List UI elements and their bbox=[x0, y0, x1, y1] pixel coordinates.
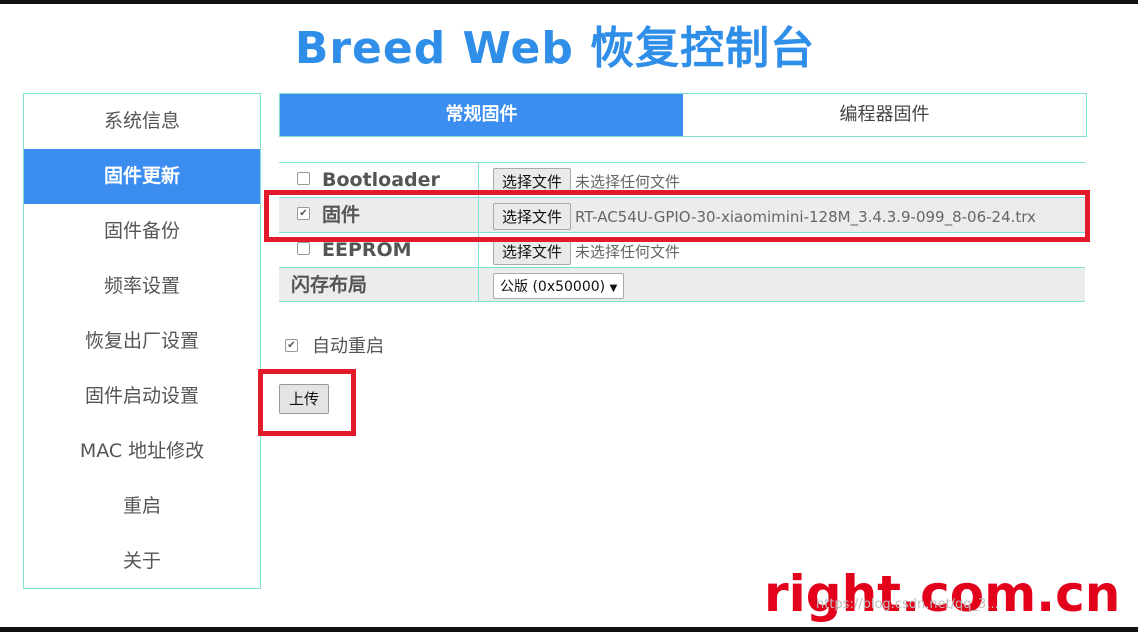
sidebar-item-boot-settings[interactable]: 固件启动设置 bbox=[24, 369, 260, 424]
top-border bbox=[0, 0, 1138, 4]
sidebar-item-factory-reset[interactable]: 恢复出厂设置 bbox=[24, 314, 260, 369]
flash-layout-select[interactable]: 公版 (0x50000) ▼ bbox=[493, 273, 625, 299]
tab-programmer-firmware[interactable]: 编程器固件 bbox=[683, 94, 1086, 136]
auto-reboot-checkbox[interactable]: ✔ bbox=[285, 338, 298, 352]
annotation-box-firmware bbox=[264, 190, 1090, 242]
bootloader-file-status: 未选择任何文件 bbox=[575, 173, 681, 191]
eeprom-label: EEPROM bbox=[322, 239, 412, 261]
sidebar-item-firmware-update[interactable]: 固件更新 bbox=[24, 149, 260, 204]
sidebar-item-about[interactable]: 关于 bbox=[24, 534, 260, 589]
sidebar-nav: 系统信息 固件更新 固件备份 频率设置 恢复出厂设置 固件启动设置 MAC 地址… bbox=[23, 93, 261, 589]
sidebar-item-reboot[interactable]: 重启 bbox=[24, 479, 260, 534]
eeprom-choose-file-button[interactable]: 选择文件 bbox=[493, 238, 572, 265]
flash-layout-label: 闪存布局 bbox=[279, 268, 479, 301]
flash-layout-selected: 公版 (0x50000) bbox=[500, 279, 606, 295]
watermark-logo: right.com.cn bbox=[764, 565, 1121, 623]
firmware-tabs: 常规固件 编程器固件 bbox=[279, 93, 1087, 137]
bottom-border bbox=[0, 627, 1138, 632]
bootloader-checkbox[interactable] bbox=[297, 172, 310, 185]
annotation-box-upload bbox=[258, 369, 356, 436]
watermark-url: https://blog.csdn.net/qq_3... bbox=[816, 597, 999, 612]
sidebar-item-system-info[interactable]: 系统信息 bbox=[24, 94, 260, 149]
sidebar-item-frequency-settings[interactable]: 频率设置 bbox=[24, 259, 260, 314]
tab-general-firmware[interactable]: 常规固件 bbox=[280, 94, 683, 136]
auto-reboot-option: ✔ 自动重启 bbox=[285, 332, 384, 358]
sidebar-item-mac-address[interactable]: MAC 地址修改 bbox=[24, 424, 260, 479]
page-title: Breed Web 恢复控制台 bbox=[294, 23, 816, 74]
form-row-flash-layout: 闪存布局 公版 (0x50000) ▼ bbox=[279, 267, 1085, 302]
sidebar-item-firmware-backup[interactable]: 固件备份 bbox=[24, 204, 260, 259]
auto-reboot-label: 自动重启 bbox=[312, 336, 384, 357]
chevron-down-icon: ▼ bbox=[609, 283, 618, 294]
eeprom-file-status: 未选择任何文件 bbox=[575, 243, 681, 261]
eeprom-checkbox[interactable] bbox=[297, 242, 310, 255]
bootloader-label: Bootloader bbox=[322, 169, 440, 191]
